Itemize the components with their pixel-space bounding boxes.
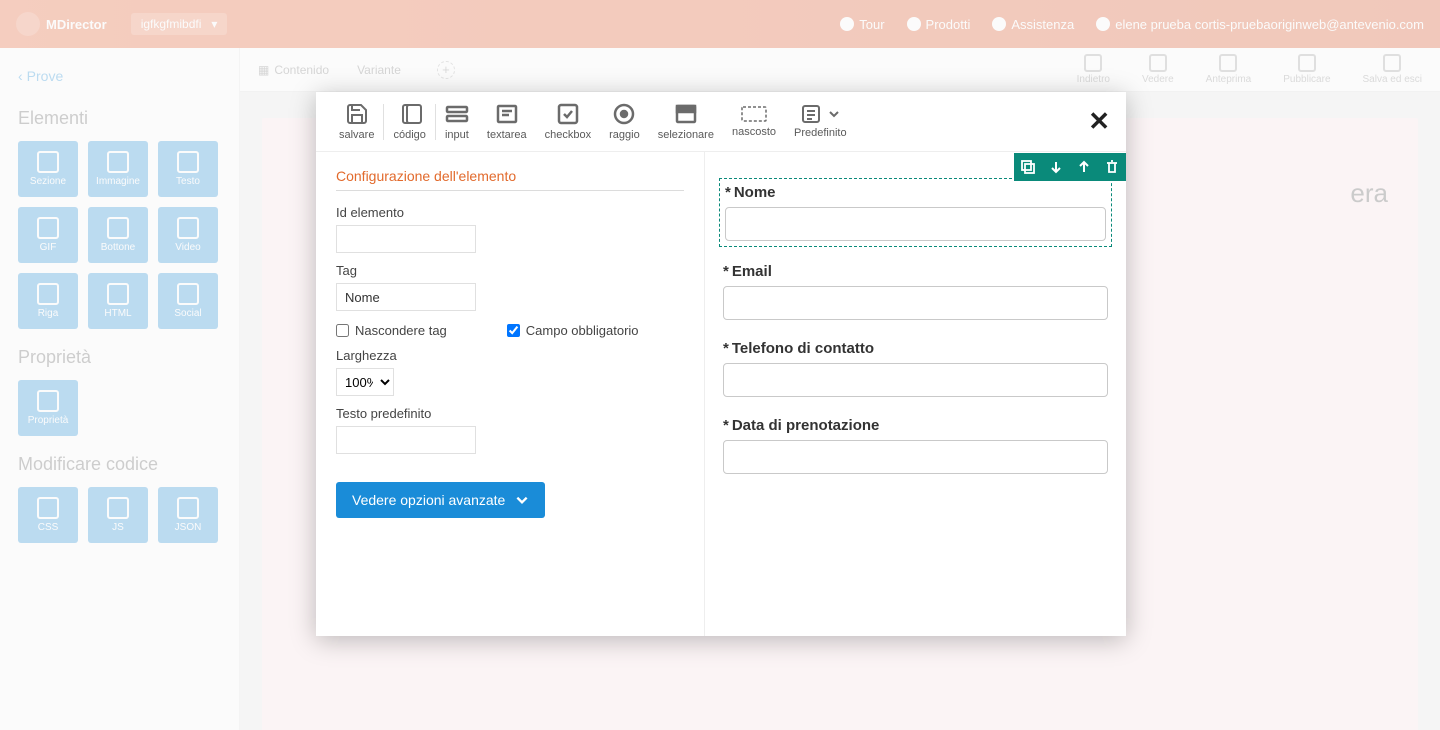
advanced-options-button[interactable]: Vedere opzioni avanzate xyxy=(336,482,545,518)
code-icon xyxy=(398,102,422,126)
radio-icon xyxy=(612,102,636,126)
preview-field-telefono[interactable]: *Telefono di contatto xyxy=(723,340,1108,397)
id-input[interactable] xyxy=(336,225,476,253)
field-input[interactable] xyxy=(723,286,1108,320)
default-text-input[interactable] xyxy=(336,426,476,454)
field-input[interactable] xyxy=(723,363,1108,397)
chevron-down-icon xyxy=(829,109,839,119)
hidden-icon xyxy=(740,105,768,123)
toolbar-checkbox[interactable]: checkbox xyxy=(536,92,600,152)
config-panel: Configurazione dell'elemento Id elemento… xyxy=(316,152,704,636)
preset-icon xyxy=(801,104,839,124)
field-label: *Data di prenotazione xyxy=(723,417,1108,434)
field-label: *Telefono di contatto xyxy=(723,340,1108,357)
duplicate-icon[interactable] xyxy=(1014,153,1042,181)
chevron-down-icon xyxy=(515,493,529,507)
checkbox-icon xyxy=(556,102,580,126)
field-label: *Email xyxy=(723,263,1108,280)
preview-field-data[interactable]: *Data di prenotazione xyxy=(723,417,1108,474)
preview-field-email[interactable]: *Email xyxy=(723,263,1108,320)
preview-field-toolbar xyxy=(1014,153,1126,181)
hide-tag-check-input[interactable] xyxy=(336,324,349,337)
width-label: Larghezza xyxy=(336,348,684,363)
toolbar-textarea[interactable]: textarea xyxy=(478,92,536,152)
delete-icon[interactable] xyxy=(1098,153,1126,181)
select-icon xyxy=(674,102,698,126)
default-text-label: Testo predefinito xyxy=(336,406,684,421)
textarea-icon xyxy=(495,102,519,126)
toolbar-radio[interactable]: raggio xyxy=(600,92,649,152)
tag-label: Tag xyxy=(336,263,684,278)
required-checkbox[interactable]: Campo obbligatorio xyxy=(507,323,639,338)
field-input[interactable] xyxy=(723,440,1108,474)
toolbar-save[interactable]: salvare xyxy=(330,92,383,152)
hide-tag-checkbox[interactable]: Nascondere tag xyxy=(336,323,447,338)
modal-toolbar: salvare código input textarea xyxy=(316,92,1126,152)
element-config-modal: salvare código input textarea xyxy=(316,92,1126,636)
field-input[interactable] xyxy=(725,207,1106,241)
config-title: Configurazione dell'elemento xyxy=(336,168,684,191)
move-down-icon[interactable] xyxy=(1042,153,1070,181)
toolbar-preset[interactable]: Predefinito xyxy=(785,92,856,152)
required-check-input[interactable] xyxy=(507,324,520,337)
tag-input[interactable] xyxy=(336,283,476,311)
preview-field-nome[interactable]: *Nome xyxy=(723,182,1108,243)
toolbar-select[interactable]: selezionare xyxy=(649,92,723,152)
preview-panel: *Nome *Email *Telefono di contatto *Data… xyxy=(704,152,1126,636)
input-icon xyxy=(445,102,469,126)
toolbar-hidden[interactable]: nascosto xyxy=(723,92,785,152)
width-select[interactable]: 100% xyxy=(336,368,394,396)
save-icon xyxy=(345,102,369,126)
id-label: Id elemento xyxy=(336,205,684,220)
move-up-icon[interactable] xyxy=(1070,153,1098,181)
close-icon[interactable]: ✕ xyxy=(1088,106,1110,137)
field-label: *Nome xyxy=(725,184,1106,201)
toolbar-code[interactable]: código xyxy=(384,92,434,152)
toolbar-input[interactable]: input xyxy=(436,92,478,152)
